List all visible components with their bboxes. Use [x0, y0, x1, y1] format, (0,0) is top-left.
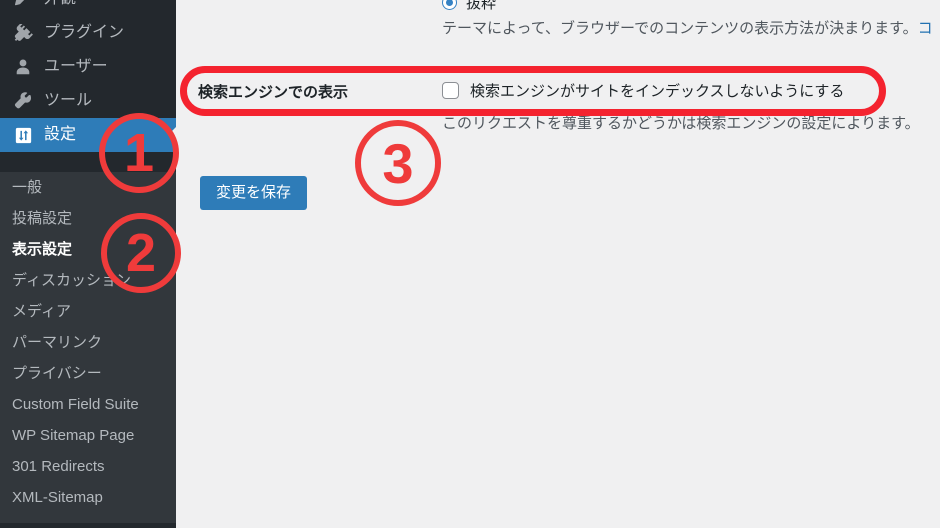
submenu-item-writing[interactable]: 投稿設定: [0, 203, 176, 234]
admin-sidebar: 外観 プラグイン ユーザー: [0, 0, 176, 528]
save-changes-button[interactable]: 変更を保存: [200, 176, 308, 210]
search-visibility-checkbox-label: 検索エンジンがサイトをインデックスしないようにする: [470, 83, 845, 100]
feed-excerpt-radio-label: 抜粋: [466, 0, 497, 12]
menu-item-tools[interactable]: ツール: [0, 84, 176, 118]
menu-item-settings[interactable]: 設定: [0, 118, 176, 152]
search-visibility-row-label: 検索エンジンでの表示: [198, 84, 349, 101]
submenu-item-media[interactable]: メディア: [0, 296, 176, 327]
feed-excerpt-radio[interactable]: [442, 0, 457, 10]
appearance-icon: [12, 0, 34, 9]
wordpress-admin-screen: 外観 プラグイン ユーザー: [0, 0, 940, 528]
submenu-item-privacy[interactable]: プライバシー: [0, 358, 176, 389]
feed-excerpt-radio-row[interactable]: 抜粋: [442, 0, 496, 13]
search-visibility-checkbox[interactable]: [442, 82, 459, 99]
submenu-item-general[interactable]: 一般: [0, 172, 176, 203]
menu-item-appearance-label: 外観: [44, 0, 76, 9]
admin-main-menu: 外観 プラグイン ユーザー: [0, 0, 176, 152]
submenu-item-xml-sitemap[interactable]: XML-Sitemap: [0, 482, 176, 513]
menu-item-plugins-label: プラグイン: [44, 24, 125, 41]
submenu-item-discussion[interactable]: ディスカッション: [0, 265, 176, 296]
current-menu-arrow-icon: [168, 127, 176, 143]
theme-description-text: テーマによって、ブラウザーでのコンテンツの表示方法が決まります。コ: [442, 19, 933, 39]
search-visibility-checkbox-row[interactable]: 検索エンジンがサイトをインデックスしないようにする: [442, 80, 844, 101]
settings-content-area: 抜粋 テーマによって、ブラウザーでのコンテンツの表示方法が決まります。コ 検索エ…: [176, 0, 940, 528]
submenu-item-reading[interactable]: 表示設定: [0, 234, 176, 265]
theme-description-body: テーマによって、ブラウザーでのコンテンツの表示方法が決まります。: [442, 20, 918, 37]
settings-icon: [12, 125, 34, 145]
submenu-item-301-redirects[interactable]: 301 Redirects: [0, 451, 176, 482]
menu-item-appearance[interactable]: 外観: [0, 0, 176, 16]
submenu-item-permalinks[interactable]: パーマリンク: [0, 327, 176, 358]
submenu-item-custom-field-suite[interactable]: Custom Field Suite: [0, 389, 176, 420]
menu-item-tools-label: ツール: [44, 92, 93, 109]
menu-item-users[interactable]: ユーザー: [0, 50, 176, 84]
menu-item-plugins[interactable]: プラグイン: [0, 16, 176, 50]
tools-icon: [12, 91, 34, 111]
search-visibility-note: このリクエストを尊重するかどうかは検索エンジンの設定によります。: [442, 115, 920, 132]
theme-description-link[interactable]: コ: [918, 20, 933, 37]
users-icon: [12, 57, 34, 77]
settings-submenu: 一般 投稿設定 表示設定 ディスカッション メディア パーマリンク プライバシー…: [0, 172, 176, 523]
menu-item-settings-label: 設定: [44, 126, 77, 143]
submenu-item-wp-sitemap-page[interactable]: WP Sitemap Page: [0, 420, 176, 451]
menu-item-users-label: ユーザー: [44, 58, 108, 75]
plugin-icon: [12, 23, 34, 43]
